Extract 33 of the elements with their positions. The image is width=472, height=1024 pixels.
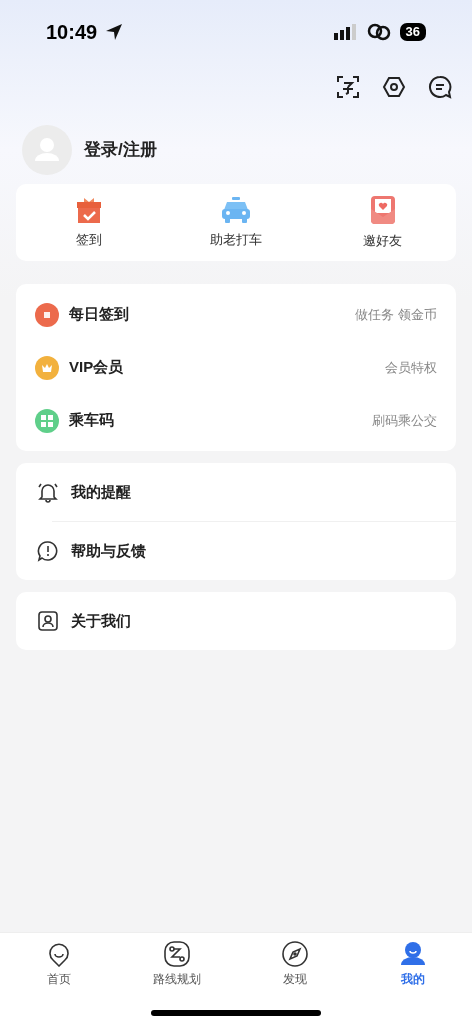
service-label[interactable]: 乘车码 <box>69 409 114 432</box>
tab[interactable]: 我的 <box>401 970 425 988</box>
signal-icon <box>333 24 358 40</box>
person-card-icon <box>37 610 59 632</box>
service-hint: 刷码乘公交 <box>372 411 437 430</box>
service-hint: 会员特权 <box>385 358 437 377</box>
service-hint: 做任务 领金币 <box>355 305 437 324</box>
login-link[interactable]: 登录/注册 <box>84 137 157 163</box>
person-icon <box>400 941 426 967</box>
pin-smile-icon <box>46 941 72 967</box>
tab[interactable]: 发现 <box>283 970 307 988</box>
tab[interactable]: 路线规划 <box>153 970 201 988</box>
service-label[interactable]: VIP会员 <box>69 356 124 379</box>
message-icon[interactable] <box>428 75 452 99</box>
bell-icon <box>37 481 59 503</box>
status-time: 10:49 <box>46 20 98 45</box>
service-label[interactable]: 每日签到 <box>69 303 129 326</box>
route-icon <box>164 941 190 967</box>
alert-bubble-icon <box>37 540 59 562</box>
compass-icon <box>282 941 308 967</box>
quick-action-label[interactable]: 签到 <box>76 229 103 250</box>
menu-item[interactable]: 关于我们 <box>71 609 131 633</box>
gift-icon <box>75 195 104 224</box>
menu-item[interactable]: 帮助与反馈 <box>71 539 146 563</box>
car-icon <box>221 195 251 224</box>
settings-icon[interactable] <box>382 75 406 99</box>
link-icon <box>365 23 392 41</box>
tab[interactable]: 首页 <box>47 970 71 988</box>
quick-action-label[interactable]: 助老打车 <box>210 229 262 250</box>
quick-action-label[interactable]: 邀好友 <box>363 230 403 251</box>
text-scan-icon[interactable] <box>336 75 360 99</box>
menu-item[interactable]: 我的提醒 <box>71 480 131 504</box>
location-arrow-icon <box>105 23 124 41</box>
